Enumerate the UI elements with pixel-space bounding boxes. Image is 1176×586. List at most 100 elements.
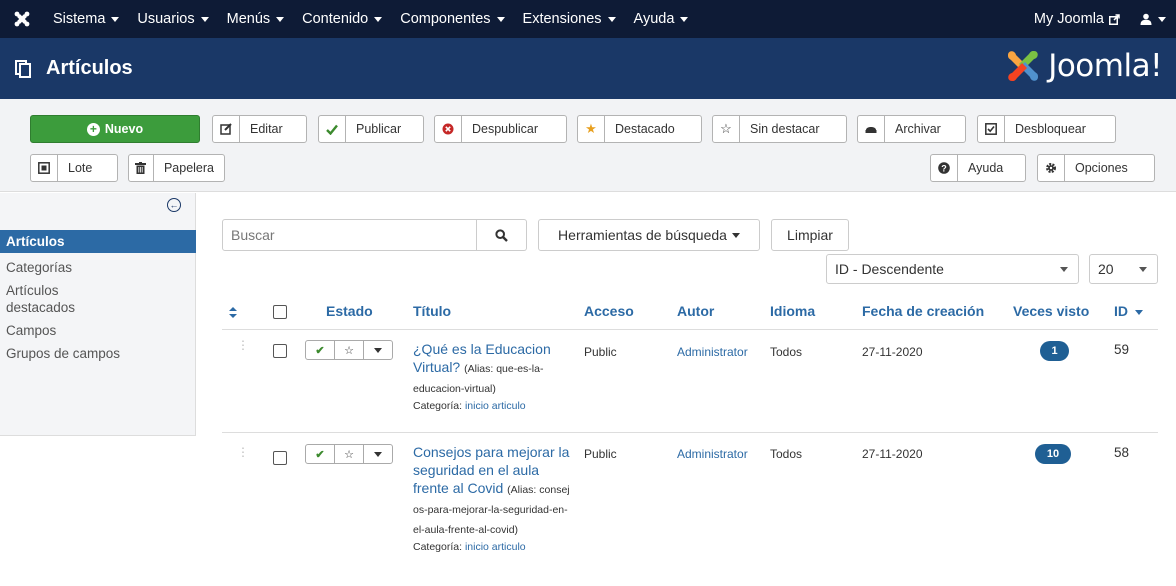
clear-button[interactable]: Limpiar (771, 219, 849, 251)
drag-handle-icon[interactable]: ⋮ (237, 339, 249, 351)
ordering-value: ID - Descendente (835, 261, 944, 277)
publish-button[interactable]: Publicar (318, 115, 424, 143)
sidebar-list: Artículos Categorías Artículos destacado… (0, 230, 196, 365)
new-button[interactable]: + Nuevo (30, 115, 200, 143)
trash-icon (129, 155, 154, 181)
search-icon (495, 228, 508, 242)
article-category: Categoría: inicio articulo (413, 539, 573, 556)
id-cell: 58 (1114, 445, 1130, 460)
header-language[interactable]: Idioma (770, 303, 815, 319)
my-joomla-link[interactable]: My Joomla (1024, 11, 1130, 27)
select-all-checkbox[interactable] (273, 305, 287, 319)
external-link-icon (1109, 13, 1120, 25)
header-divider (222, 329, 1158, 330)
checkin-label: Desbloquear (1015, 122, 1086, 136)
published-toggle[interactable]: ✔ (306, 341, 335, 359)
search-input[interactable] (222, 219, 477, 251)
header-hits[interactable]: Veces visto (1013, 303, 1089, 319)
category-link[interactable]: inicio articulo (465, 541, 526, 553)
sidebar-item-articulos[interactable]: Artículos (0, 230, 196, 253)
menu-menus[interactable]: Menús (218, 11, 294, 27)
sort-ordering-icon[interactable] (229, 305, 237, 321)
gear-icon (1038, 155, 1065, 181)
status-dropdown[interactable] (364, 341, 392, 359)
sort-desc-icon (1134, 309, 1143, 315)
user-icon (1140, 13, 1152, 25)
archive-button[interactable]: Archivar (857, 115, 966, 143)
status-dropdown[interactable] (364, 445, 392, 463)
language-cell: Todos (770, 447, 803, 461)
checkin-button[interactable]: Desbloquear (977, 115, 1116, 143)
caret-down-icon (1158, 16, 1166, 22)
archive-icon (858, 116, 885, 142)
row-checkbox[interactable] (273, 451, 287, 465)
search-tools-button[interactable]: Herramientas de búsqueda (538, 219, 760, 251)
hits-badge: 10 (1035, 444, 1071, 464)
menu-usuarios[interactable]: Usuarios (128, 11, 217, 27)
header-access[interactable]: Acceso (584, 303, 634, 319)
status-controls: ✔ ☆ (305, 340, 393, 360)
sidebar-item-articulos-destacados[interactable]: Artículos destacados (0, 279, 110, 319)
row-divider (222, 432, 1158, 433)
menu-contenido[interactable]: Contenido (293, 11, 391, 27)
sidebar-item-campos[interactable]: Campos (0, 319, 196, 342)
archive-label: Archivar (895, 122, 941, 136)
featured-toggle[interactable]: ☆ (335, 445, 364, 463)
sidebar-item-categorias[interactable]: Categorías (0, 256, 196, 279)
main-menu: Sistema Usuarios Menús Contenido Compone… (44, 11, 697, 27)
id-cell: 59 (1114, 342, 1130, 357)
limit-select[interactable]: 20 (1089, 254, 1158, 284)
publish-label: Publicar (356, 122, 402, 136)
caret-down-icon (374, 451, 382, 457)
published-toggle[interactable]: ✔ (306, 445, 335, 463)
joomla-logo-icon[interactable] (0, 0, 44, 38)
user-menu[interactable] (1130, 13, 1176, 25)
menu-sistema[interactable]: Sistema (44, 11, 128, 27)
caret-down-icon (276, 16, 285, 22)
row-checkbox[interactable] (273, 344, 287, 358)
menu-label: Sistema (53, 11, 106, 27)
trash-label: Papelera (163, 161, 214, 175)
header-status[interactable]: Estado (326, 303, 373, 319)
limit-value: 20 (1098, 261, 1114, 277)
unpublish-button[interactable]: Despublicar (434, 115, 567, 143)
star-empty-icon: ☆ (713, 116, 740, 142)
caret-down-icon (680, 16, 689, 22)
language-cell: Todos (770, 345, 803, 359)
edit-button[interactable]: Editar (212, 115, 307, 143)
new-button-label: Nuevo (104, 122, 144, 136)
search-tools-label: Herramientas de búsqueda (558, 227, 727, 243)
header-author[interactable]: Autor (677, 303, 714, 319)
top-navbar: Sistema Usuarios Menús Contenido Compone… (0, 0, 1176, 38)
search-button[interactable] (477, 219, 527, 251)
featured-label: Destacado (615, 122, 675, 136)
options-button[interactable]: Opciones (1037, 154, 1155, 182)
ordering-select[interactable]: ID - Descendente (826, 254, 1079, 284)
header-id[interactable]: ID (1114, 303, 1143, 319)
menu-extensiones[interactable]: Extensiones (514, 11, 625, 27)
navbar-right: My Joomla (1024, 11, 1176, 27)
category-label: Categoría: (413, 400, 463, 412)
header-created[interactable]: Fecha de creación (862, 303, 984, 319)
help-button[interactable]: ? Ayuda (930, 154, 1026, 182)
svg-text:?: ? (941, 164, 947, 174)
trash-button[interactable]: Papelera (128, 154, 225, 182)
menu-ayuda[interactable]: Ayuda (625, 11, 698, 27)
category-link[interactable]: inicio articulo (465, 400, 526, 412)
batch-button[interactable]: Lote (30, 154, 118, 182)
unfeatured-button[interactable]: ☆ Sin destacar (712, 115, 847, 143)
header-title[interactable]: Título (413, 303, 451, 319)
featured-toggle[interactable]: ☆ (335, 341, 364, 359)
author-link[interactable]: Administrator (677, 345, 748, 359)
collapse-sidebar-icon[interactable]: ← (167, 198, 181, 212)
menu-componentes[interactable]: Componentes (391, 11, 513, 27)
created-cell: 27-11-2020 (862, 345, 923, 359)
sidebar-item-grupos-de-campos[interactable]: Grupos de campos (0, 342, 196, 365)
featured-button[interactable]: ★ Destacado (577, 115, 702, 143)
joomla-brand-icon (1008, 51, 1039, 81)
check-icon (319, 116, 346, 142)
joomla-wordmark: Joomla! (1048, 48, 1162, 84)
author-link[interactable]: Administrator (677, 447, 748, 461)
star-icon: ★ (578, 116, 605, 142)
drag-handle-icon[interactable]: ⋮ (237, 446, 249, 458)
